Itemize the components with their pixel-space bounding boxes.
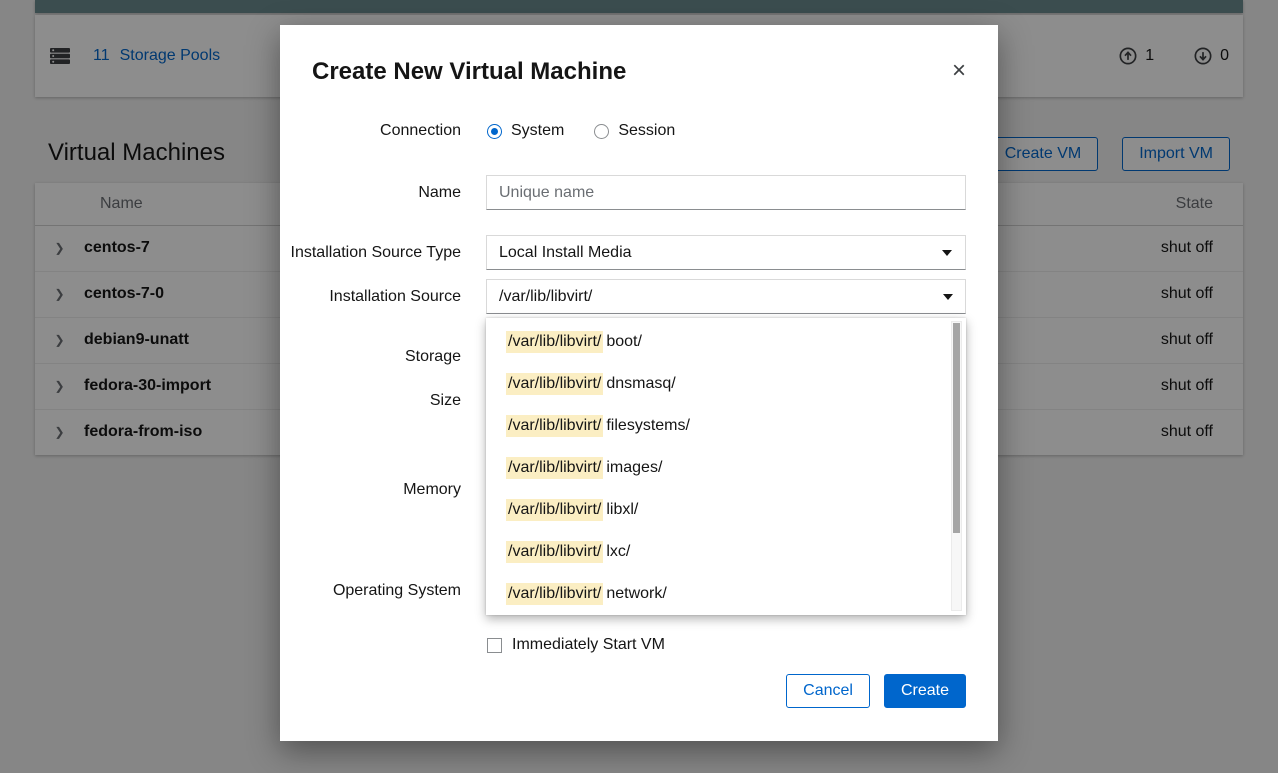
path-suffix: lxc/	[606, 543, 630, 561]
menu-item[interactable]: /var/lib/libvirt/images/	[486, 447, 966, 489]
match-highlight: /var/lib/libvirt/	[506, 331, 603, 353]
storage-label: Storage	[280, 347, 461, 366]
vm-name-input[interactable]	[486, 175, 966, 210]
path-suffix: network/	[606, 585, 666, 603]
connection-session-label: Session	[618, 122, 675, 140]
name-label: Name	[280, 183, 461, 202]
match-highlight: /var/lib/libvirt/	[506, 583, 603, 605]
os-label: Operating System	[280, 581, 461, 600]
source-type-select[interactable]: Local Install Media	[486, 235, 966, 270]
start-vm-checkbox-row[interactable]: Immediately Start VM	[487, 636, 665, 654]
path-suffix: libxl/	[606, 501, 638, 519]
size-label: Size	[280, 391, 461, 410]
create-button[interactable]: Create	[884, 674, 966, 708]
source-autocomplete	[486, 279, 966, 314]
menu-item[interactable]: /var/lib/libvirt/network/	[486, 573, 966, 615]
modal-footer: Cancel Create	[786, 674, 966, 708]
path-suffix: dnsmasq/	[606, 375, 675, 393]
chevron-down-icon[interactable]	[943, 294, 953, 300]
match-highlight: /var/lib/libvirt/	[506, 457, 603, 479]
path-suffix: filesystems/	[606, 417, 690, 435]
chevron-down-icon	[942, 250, 952, 256]
match-highlight: /var/lib/libvirt/	[506, 499, 603, 521]
memory-label: Memory	[280, 480, 461, 499]
connection-label: Connection	[280, 121, 461, 140]
checkbox-icon	[487, 638, 502, 653]
connection-radio-group: System Session	[487, 122, 675, 140]
modal-title: Create New Virtual Machine	[312, 58, 626, 86]
path-suffix: boot/	[606, 333, 642, 351]
path-suffix: images/	[606, 459, 662, 477]
source-type-value: Local Install Media	[499, 244, 632, 262]
connection-system-label: System	[511, 122, 564, 140]
source-type-label: Installation Source Type	[280, 243, 461, 262]
menu-item[interactable]: /var/lib/libvirt/lxc/	[486, 531, 966, 573]
menu-scrollbar[interactable]	[951, 321, 962, 611]
create-vm-modal: Create New Virtual Machine × Connection …	[280, 25, 998, 741]
connection-system-radio[interactable]: System	[487, 122, 564, 140]
menu-item[interactable]: /var/lib/libvirt/libxl/	[486, 489, 966, 531]
start-vm-label: Immediately Start VM	[512, 636, 665, 654]
match-highlight: /var/lib/libvirt/	[506, 373, 603, 395]
cancel-button[interactable]: Cancel	[786, 674, 870, 708]
menu-item[interactable]: /var/lib/libvirt/dnsmasq/	[486, 363, 966, 405]
menu-item[interactable]: /var/lib/libvirt/filesystems/	[486, 405, 966, 447]
virtual-machines-page: 11 Storage Pools 1 0 Virtual Machines C	[0, 0, 1278, 773]
connection-session-radio[interactable]: Session	[594, 122, 675, 140]
close-icon[interactable]: ×	[946, 58, 972, 84]
source-label: Installation Source	[280, 287, 461, 306]
match-highlight: /var/lib/libvirt/	[506, 541, 603, 563]
source-input[interactable]	[486, 279, 966, 314]
radio-icon	[594, 124, 609, 139]
match-highlight: /var/lib/libvirt/	[506, 415, 603, 437]
menu-scrollbar-thumb[interactable]	[953, 323, 960, 533]
source-suggestions-menu: /var/lib/libvirt/boot/ /var/lib/libvirt/…	[486, 318, 966, 615]
menu-item[interactable]: /var/lib/libvirt/boot/	[486, 321, 966, 363]
radio-icon	[487, 124, 502, 139]
